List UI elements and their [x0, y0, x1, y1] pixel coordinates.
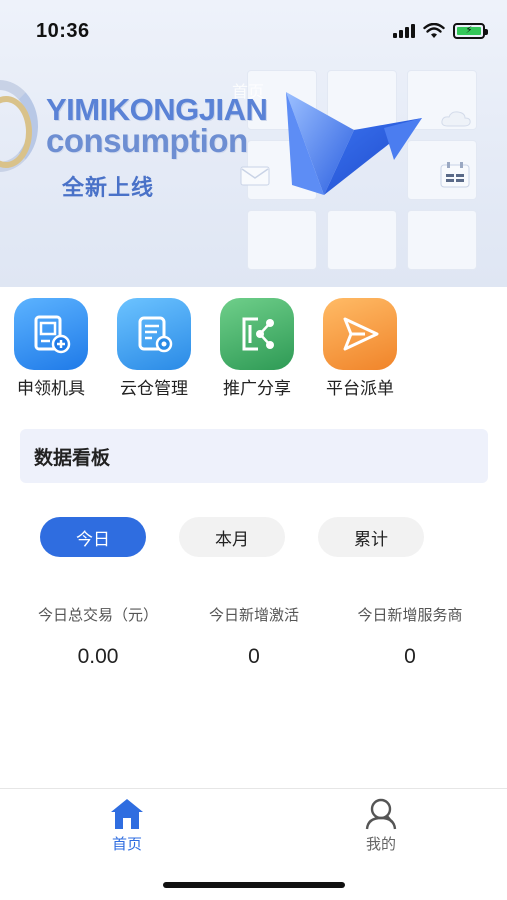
send-order-icon — [323, 298, 397, 370]
home-icon — [111, 799, 143, 829]
paper-boat-graphic — [286, 92, 422, 195]
share-icon — [220, 298, 294, 370]
tab-home[interactable]: 首页 — [87, 797, 167, 854]
stat-label: 今日新增激活 — [208, 606, 299, 624]
quick-action-promote-share[interactable]: 推广分享 — [218, 298, 296, 399]
quick-action-cloud-warehouse[interactable]: 云仓管理 — [115, 298, 193, 399]
user-icon — [365, 798, 397, 830]
stat-total-transactions: 今日总交易（元） 0.00 — [20, 604, 176, 669]
tab-mine[interactable]: 我的 — [341, 797, 421, 854]
quick-action-label: 推广分享 — [223, 379, 291, 399]
cloud-icon — [441, 111, 471, 127]
mail-icon — [240, 166, 270, 186]
stat-label: 今日新增服务商 — [357, 606, 463, 624]
home-indicator — [163, 882, 345, 888]
stats-panel: 今日总交易（元） 0.00 今日新增激活 0 今日新增服务商 0 — [20, 604, 488, 669]
device-apply-icon — [14, 298, 88, 370]
battery-charging-icon: ⚡ — [453, 23, 488, 39]
tab-label: 我的 — [365, 835, 396, 853]
banner-tagline: 全新上线 — [62, 176, 155, 201]
stat-value: 0.00 — [77, 645, 119, 668]
stat-new-activations: 今日新增激活 0 — [176, 604, 332, 669]
dashboard-title: 数据看板 — [34, 446, 111, 469]
tab-label: 首页 — [111, 835, 142, 853]
stat-value: 0 — [248, 645, 260, 668]
quick-action-apply-device[interactable]: 申领机具 — [12, 298, 90, 399]
quick-actions: 申领机具 云仓管理 推广分享 平台派单 — [12, 298, 399, 399]
quick-action-dispatch-order[interactable]: 平台派单 — [321, 298, 399, 399]
cloud-warehouse-icon — [117, 298, 191, 370]
quick-action-label: 云仓管理 — [120, 379, 188, 399]
dashboard-header: 数据看板 — [20, 429, 488, 483]
banner-brand-line2: consumption — [46, 122, 248, 159]
signal-icon — [393, 24, 415, 38]
wifi-icon — [423, 23, 445, 38]
banner-overlay-text: 首页 — [232, 82, 265, 101]
quick-action-label: 平台派单 — [326, 379, 394, 399]
tab-this-month[interactable]: 本月 — [179, 517, 285, 557]
tab-today[interactable]: 今日 — [40, 517, 146, 557]
tab-cumulative[interactable]: 累计 — [318, 517, 424, 557]
stat-label: 今日总交易（元） — [37, 606, 158, 624]
ring-graphic — [0, 80, 38, 172]
stat-value: 0 — [404, 645, 416, 668]
status-bar: 10:36 ⚡ — [0, 0, 507, 62]
status-icons: ⚡ — [393, 23, 488, 39]
period-tabs: 今日 本月 累计 — [40, 517, 424, 557]
stat-new-service-providers: 今日新增服务商 0 — [332, 604, 488, 669]
status-time: 10:36 — [36, 19, 90, 42]
quick-action-label: 申领机具 — [17, 379, 85, 399]
calendar-icon — [440, 162, 470, 188]
